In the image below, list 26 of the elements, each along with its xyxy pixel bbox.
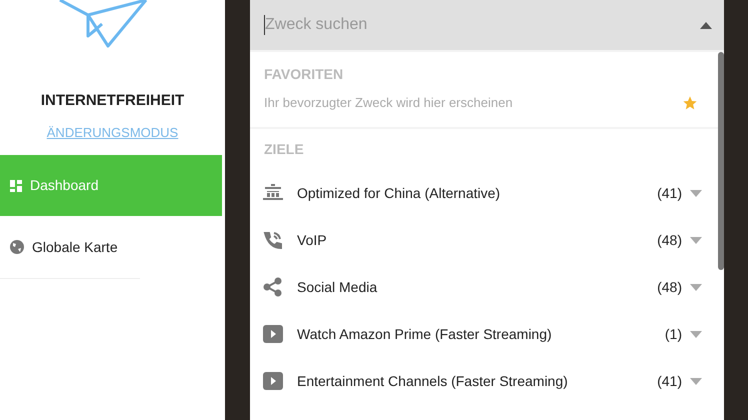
app-title: INTERNETFREIHEIT xyxy=(40,91,186,111)
caret-icon xyxy=(690,284,702,290)
share-icon xyxy=(263,277,283,297)
target-item[interactable]: Social Media (48) xyxy=(250,264,718,310)
search-field[interactable]: Zweck suchen xyxy=(265,13,700,37)
caret-icon xyxy=(690,190,702,196)
target-item[interactable]: VoIP (48) xyxy=(250,216,718,264)
caret-icon xyxy=(690,330,702,338)
target-item[interactable]: Watch Amazon Prime (Faster Streaming) (1) xyxy=(250,310,718,358)
scrollbar-thumb[interactable] xyxy=(718,52,724,270)
pagoda-icon xyxy=(263,184,283,202)
phone-icon xyxy=(263,230,283,250)
target-item[interactable]: Entertainment Channels (Faster Streaming) (41) xyxy=(250,358,718,404)
target-item[interactable]: Optimized for China (Alternative) (41) xyxy=(250,170,718,216)
paper-plane-logo-icon xyxy=(58,0,150,48)
caret-icon xyxy=(690,378,702,384)
section-heading: ZIELE xyxy=(263,140,305,158)
favorites-hint: Ihr bevorzugter Zweck wird hier erscheinen xyxy=(264,94,514,112)
section-heading: FAVORITEN xyxy=(263,65,344,84)
search-dropdown[interactable]: Zweck suchen xyxy=(250,0,724,52)
caret-icon xyxy=(690,236,702,244)
dashboard-icon xyxy=(10,180,22,192)
play-icon xyxy=(263,325,283,343)
play-icon xyxy=(263,372,283,390)
star-icon xyxy=(682,94,698,111)
globe-icon xyxy=(10,240,24,254)
